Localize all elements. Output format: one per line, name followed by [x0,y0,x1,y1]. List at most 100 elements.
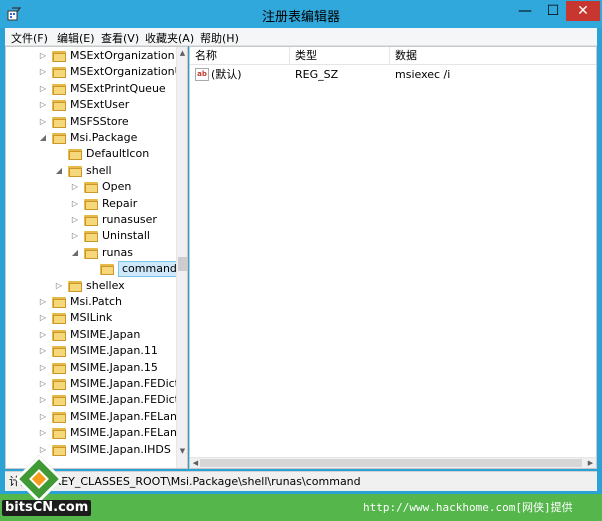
title-bar: 注册表编辑器 — ☐ ✕ [0,0,602,28]
close-button[interactable]: ✕ [566,1,600,21]
menu-favorites[interactable]: 收藏夹(A) [145,30,194,46]
tree-item[interactable]: ▷ MSIME.Japan.FELang [6,425,184,441]
tree-item[interactable]: DefaultIcon [6,146,174,162]
column-type-header[interactable]: 类型 [290,47,390,65]
tree-item[interactable]: ▷ MSExtPrintQueue [6,81,174,97]
collapsed-arrow-icon[interactable]: ▷ [38,64,48,80]
tree-scroll-thumb[interactable] [178,257,187,271]
tree-item[interactable]: ▷ MSFSStore [6,114,174,130]
tree-item-label: MSExtUser [70,98,130,112]
tree-item[interactable]: ▷ MSExtUser [6,97,174,113]
folder-icon [52,296,66,308]
tree-item[interactable]: ▷ runasuser [6,212,174,228]
key-tree[interactable]: ▷ MSExtOrganization ▷ MSExtOrganizationU ▷ MS… [5,46,188,469]
collapsed-arrow-icon[interactable]: ▷ [38,376,48,392]
menu-file[interactable]: 文件(F) [11,30,48,46]
logo-diamond-icon [14,454,64,504]
tree-item[interactable]: ▷ MSILink [6,310,174,326]
tree-item-label: MSExtOrganizationU [70,65,183,79]
values-list[interactable]: 名称 类型 数据 ab (默认) REG_SZ msiexec /i ◀ ▶ [189,46,597,469]
tree-item[interactable]: ▷ MSIME.Japan.IHDS [6,442,174,458]
folder-icon [52,345,66,358]
tree-item-label: MSIME.Japan.IHDS [70,442,171,456]
collapsed-arrow-icon[interactable]: ▷ [38,327,48,343]
tree-item[interactable]: ▷ Msi.Patch [6,294,174,310]
tree-item-label: Open [102,180,132,194]
tree-item-label: runasuser [102,213,157,226]
collapsed-arrow-icon[interactable]: ▷ [38,97,48,113]
tree-item-label: Uninstall [102,229,150,243]
tree-item-label: MSExtPrintQueue [70,81,166,95]
folder-icon [68,280,82,292]
collapsed-arrow-icon[interactable]: ▷ [38,425,48,441]
folder-icon [84,214,98,226]
tree-item[interactable]: ▷ MSExtOrganizationU [6,64,183,80]
tree-item-label: MSFSStore [70,114,129,128]
minimize-button[interactable]: — [512,1,538,21]
folder-icon [68,165,82,177]
collapsed-arrow-icon[interactable]: ▷ [38,392,48,408]
bitscn-logo: bitsCN.com [0,454,96,521]
collapsed-arrow-icon[interactable]: ▷ [38,310,48,326]
folder-icon [52,312,66,325]
tree-item-label: MSIME.Japan [70,327,141,341]
list-row-default[interactable]: ab (默认) REG_SZ msiexec /i [190,67,596,83]
tree-item[interactable]: ▷ MSExtOrganization [6,48,175,64]
collapsed-arrow-icon[interactable]: ▷ [70,179,80,195]
tree-item[interactable]: ▷ Repair [6,196,174,212]
expanded-arrow-icon[interactable]: ◢ [54,163,64,179]
list-horizontal-scrollbar[interactable]: ◀ ▶ [190,457,596,468]
tree-item[interactable]: ▷ shellex [6,278,174,294]
menu-help[interactable]: 帮助(H) [200,30,239,46]
tree-item[interactable]: ▷ Uninstall [6,228,174,244]
collapsed-arrow-icon[interactable]: ▷ [38,409,48,425]
collapsed-arrow-icon[interactable]: ▷ [38,343,48,359]
folder-icon [52,50,66,62]
tree-item[interactable]: ▷ MSIME.Japan.FEDict. [6,392,183,408]
collapsed-arrow-icon[interactable]: ▷ [38,114,48,130]
menu-view[interactable]: 查看(V) [101,30,139,46]
tree-item-label: MSIME.Japan.FEDict. [70,393,183,407]
collapsed-arrow-icon[interactable]: ▷ [70,228,80,244]
value-name: (默认) [211,68,242,81]
collapsed-arrow-icon[interactable]: ▷ [54,278,64,294]
menu-edit[interactable]: 编辑(E) [57,30,95,46]
collapsed-arrow-icon[interactable]: ▷ [38,360,48,376]
list-scroll-thumb[interactable] [200,459,582,467]
folder-icon [84,247,98,259]
tree-item[interactable]: command [6,261,181,278]
folder-icon [84,198,98,210]
folder-icon [84,230,98,243]
tree-item-label: DefaultIcon [86,147,150,161]
tree-item[interactable]: ▷ MSIME.Japan.11 [6,343,174,359]
expanded-arrow-icon[interactable]: ◢ [38,130,48,146]
folder-icon [52,329,66,341]
scroll-down-arrow-icon[interactable]: ▼ [177,445,187,457]
scroll-up-arrow-icon[interactable]: ▲ [177,47,187,59]
tree-item[interactable]: ▷ MSIME.Japan.FEDict [6,376,179,392]
tree-item[interactable]: ◢ shell [6,163,174,179]
collapsed-arrow-icon[interactable]: ▷ [70,196,80,212]
tree-item[interactable]: ▷ MSIME.Japan [6,327,174,343]
tree-item[interactable]: ▷ MSIME.Japan.15 [6,360,174,376]
expanded-arrow-icon[interactable]: ◢ [70,245,80,261]
column-data-header[interactable]: 数据 [390,47,596,65]
tree-item-label: Repair [102,196,138,210]
collapsed-arrow-icon[interactable]: ▷ [70,212,80,228]
tree-item[interactable]: ▷ Open [6,179,174,195]
tree-item[interactable]: ◢ runas [6,245,174,261]
string-value-icon: ab [195,68,209,81]
folder-icon [52,411,66,423]
collapsed-arrow-icon[interactable]: ▷ [38,294,48,310]
tree-item-label: MSIME.Japan.FELang [70,426,184,440]
column-name-header[interactable]: 名称 [190,47,290,65]
collapsed-arrow-icon[interactable]: ▷ [38,48,48,64]
scroll-right-arrow-icon[interactable]: ▶ [585,458,596,468]
folder-icon [68,148,82,161]
tree-item[interactable]: ▷ MSIME.Japan.FELang [6,409,184,425]
collapsed-arrow-icon[interactable]: ▷ [38,81,48,97]
tree-vertical-scrollbar[interactable]: ▲ ▼ [176,47,187,468]
tree-item[interactable]: ◢ Msi.Package [6,130,174,146]
maximize-button[interactable]: ☐ [540,1,566,21]
tree-item-label: MSIME.Japan.11 [70,344,158,358]
